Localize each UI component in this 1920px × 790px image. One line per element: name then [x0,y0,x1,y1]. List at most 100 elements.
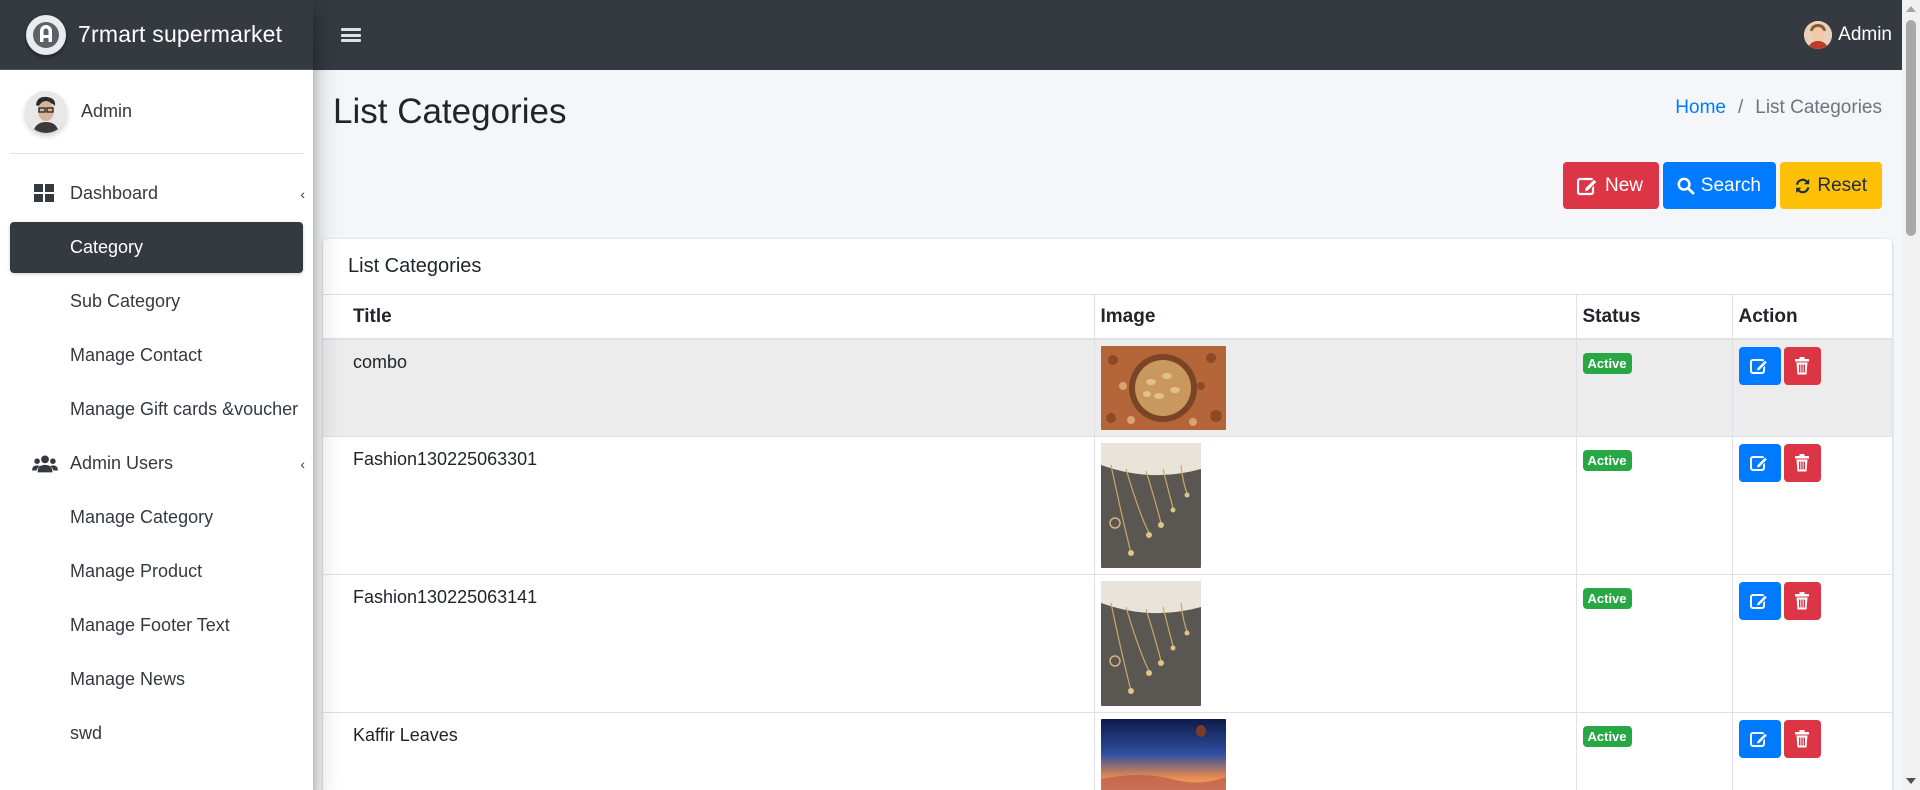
delete-button[interactable] [1783,347,1821,385]
breadcrumb: Home / List Categories [1675,97,1882,119]
category-title: Fashion130225063141 [323,574,1095,713]
sidebar-item-manage-footer-text[interactable]: Manage Footer Text [10,600,303,651]
sidebar-item-manage-gift-cards[interactable]: Manage Gift cards &voucher [10,384,303,435]
sidebar-item-label: swd [70,723,103,743]
search-button[interactable]: Search [1663,162,1776,209]
chevron-left-icon: ‹ [300,185,305,202]
search-icon [1677,177,1695,195]
edit-button[interactable] [1738,582,1781,620]
category-title: Kaffir Leaves [323,712,1095,790]
status-badge: Active [1582,353,1632,374]
column-header-action: Action [1731,295,1892,340]
top-user-name: Admin [1838,24,1892,45]
sidebar-item-manage-category[interactable]: Manage Category [10,492,303,543]
user-panel: Admin [10,70,303,154]
sidebar-item-label: Manage Footer Text [70,615,230,635]
page-title: List Categories [333,92,567,131]
category-title: combo [323,338,1095,437]
action-cell [1731,574,1892,713]
status-badge: Active [1582,726,1632,747]
edit-icon [1749,456,1768,471]
brand-name: 7rmart supermarket [78,21,283,47]
dashboard-icon [32,183,58,205]
reset-button[interactable]: Reset [1780,162,1882,209]
sidebar-item-label: Manage Contact [70,345,203,365]
edit-button[interactable] [1738,444,1781,482]
status-badge: Active [1582,588,1632,609]
table-row: combo Active [323,338,1892,437]
category-title: Fashion130225063301 [323,436,1095,575]
status-cell: Active [1575,338,1733,437]
breadcrumb-home-link[interactable]: Home [1675,97,1726,119]
sidebar-nav: Dashboard ‹ Category Sub Category Manage… [0,168,313,759]
column-header-image: Image [1093,295,1577,340]
delete-button[interactable] [1783,720,1821,758]
sidebar-item-label: Manage Product [70,561,203,581]
trash-icon [1795,357,1809,375]
edit-icon [1749,594,1768,609]
sidebar-item-label: Admin Users [70,453,174,473]
delete-button[interactable] [1783,444,1821,482]
top-user-menu[interactable]: Admin [1804,0,1892,70]
status-badge: Active [1582,450,1632,471]
brand-link[interactable]: 7rmart supermarket [0,0,313,70]
edit-icon [1749,732,1768,747]
edit-icon [1577,177,1598,195]
sidebar-item-swd[interactable]: swd [10,708,303,759]
necklaces-image [1100,581,1201,706]
sidebar-item-admin-users[interactable]: Admin Users ‹ [10,438,305,489]
column-header-title: Title [323,295,1095,340]
search-button-label: Search [1700,174,1761,196]
table-row: Fashion130225063301 Active [323,436,1892,575]
edit-button[interactable] [1738,347,1781,385]
trash-icon [1795,454,1809,472]
trash-icon [1795,730,1809,748]
category-image-cell [1093,574,1577,713]
sidebar-item-manage-contact[interactable]: Manage Contact [10,330,303,381]
category-image-cell [1093,712,1577,790]
user-avatar[interactable] [25,90,67,133]
new-button-label: New [1605,174,1644,196]
breadcrumb-separator: / [1737,97,1744,118]
scroll-up-arrow-icon[interactable] [1906,6,1916,12]
necklaces-image [1100,443,1201,568]
scrollbar-thumb[interactable] [1906,20,1916,236]
brand-logo-icon [26,14,66,55]
menu-toggle-icon[interactable] [341,25,361,45]
table-row: Fashion130225063141 Active [323,574,1892,713]
sidebar-item-category[interactable]: Category [10,222,303,273]
user-avatar-icon [1804,21,1833,49]
top-navbar: Admin [313,0,1902,70]
sidebar-user-name[interactable]: Admin [81,101,132,122]
page-scrollbar[interactable] [1902,0,1920,790]
sidebar-item-label: Manage Gift cards &voucher [70,399,299,419]
users-icon [32,453,58,475]
card-title: List Categories [323,239,1892,295]
categories-table: Title Image Status Action combo Active F… [323,295,1892,790]
sidebar-item-label: Manage Category [70,507,214,527]
sidebar-item-dashboard[interactable]: Dashboard ‹ [10,168,305,219]
sidebar-item-manage-product[interactable]: Manage Product [10,546,303,597]
action-cell [1731,712,1892,790]
sidebar-item-label: Manage News [70,669,186,689]
category-image-cell [1093,338,1577,437]
sidebar: 7rmart supermarket Admin Dashboard ‹ Cat… [0,0,313,790]
chevron-left-icon: ‹ [300,455,305,472]
trash-icon [1795,592,1809,610]
edit-button[interactable] [1738,720,1781,758]
action-cell [1731,338,1892,437]
sidebar-item-label: Category [70,237,144,257]
status-cell: Active [1575,712,1733,790]
status-cell: Active [1575,436,1733,575]
breadcrumb-current: List Categories [1755,97,1882,118]
sidebar-item-manage-news[interactable]: Manage News [10,654,303,705]
scroll-down-arrow-icon[interactable] [1906,778,1916,784]
main-content: List Categories Home / List Categories N… [313,70,1902,790]
sidebar-item-sub-category[interactable]: Sub Category [10,276,303,327]
action-cell [1731,436,1892,575]
categories-card: List Categories Title Image Status Actio… [323,239,1892,790]
sidebar-item-label: Sub Category [70,291,181,311]
new-button[interactable]: New [1563,162,1659,209]
edit-icon [1749,359,1768,374]
delete-button[interactable] [1783,582,1821,620]
